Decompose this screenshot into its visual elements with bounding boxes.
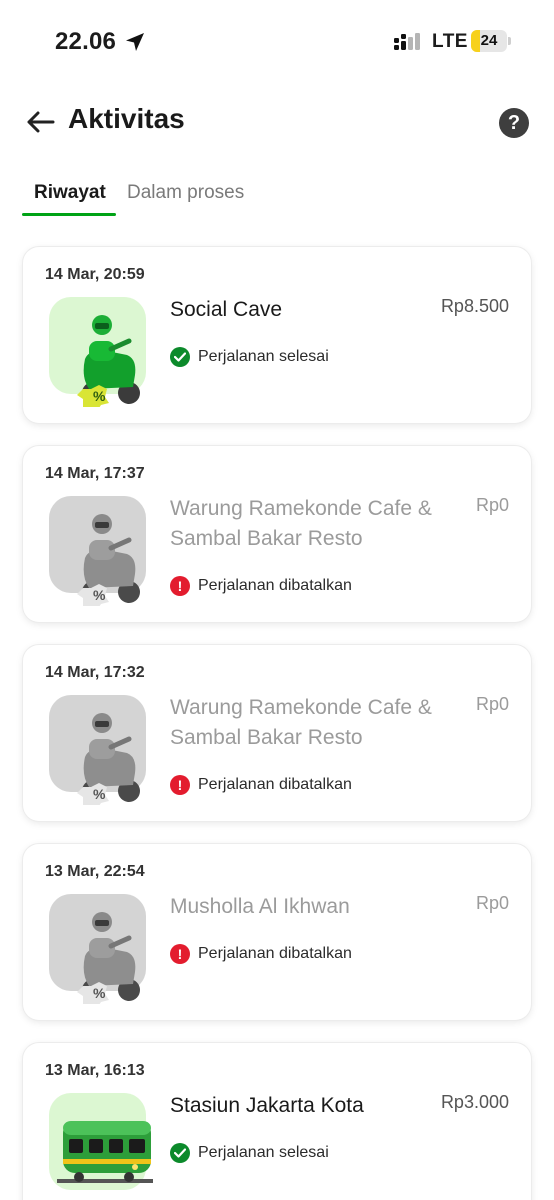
activity-card[interactable]: 14 Mar, 17:32 % Warung Ramekonde Cafe & …	[23, 645, 531, 821]
back-button[interactable]	[22, 104, 58, 140]
activity-status: Perjalanan selesai	[170, 347, 329, 367]
error-circle-icon: !	[170, 944, 190, 964]
activity-title: Stasiun Jakarta Kota	[170, 1094, 364, 1117]
error-circle-icon: !	[170, 775, 190, 795]
status-time: 22.06	[55, 28, 117, 55]
tab-riwayat[interactable]: Riwayat	[34, 182, 106, 204]
activity-date: 14 Mar, 17:37	[45, 465, 145, 482]
activity-status-label: Perjalanan dibatalkan	[198, 776, 352, 793]
activity-status-label: Perjalanan selesai	[198, 1144, 329, 1161]
svg-text:%: %	[93, 786, 106, 802]
tab-dalam-proses[interactable]: Dalam proses	[127, 182, 244, 204]
svg-text:%: %	[93, 985, 106, 1001]
activity-date: 14 Mar, 17:32	[45, 664, 145, 681]
activity-price: Rp0	[475, 893, 509, 913]
page-title: Aktivitas	[68, 103, 185, 134]
activity-title: Social Cave	[170, 298, 283, 321]
activity-title: Warung Ramekonde Cafe & Sambal Bakar Res…	[170, 497, 432, 550]
question-mark-icon: ?	[507, 111, 521, 134]
status-bar: 22.06 LTE 24	[0, 0, 554, 84]
activity-date: 13 Mar, 22:54	[45, 863, 145, 880]
motorbike-ride-icon: %	[49, 894, 146, 1004]
activity-price: Rp0	[475, 495, 509, 515]
activity-status-label: Perjalanan dibatalkan	[198, 945, 352, 962]
active-tab-indicator	[22, 213, 116, 216]
motorbike-ride-icon: %	[49, 496, 146, 606]
activity-card[interactable]: 13 Mar, 22:54 % Musholla Al Ikhwan Rp0 !…	[23, 844, 531, 1020]
activity-date: 14 Mar, 20:59	[45, 266, 145, 283]
activity-status: Perjalanan selesai	[170, 1143, 329, 1163]
train-icon	[49, 1093, 153, 1190]
activity-card[interactable]: 14 Mar, 20:59 % Social Cave Rp8.500 Perj…	[23, 247, 531, 423]
battery-percent: 24	[480, 32, 498, 49]
location-arrow-icon	[126, 33, 144, 51]
arrow-left-icon	[27, 111, 55, 133]
activity-card[interactable]: 14 Mar, 17:37 % Warung Ramekonde Cafe & …	[23, 446, 531, 622]
check-circle-icon	[170, 1143, 190, 1163]
svg-text:%: %	[93, 587, 106, 603]
network-type: LTE	[432, 31, 468, 52]
svg-text:%: %	[93, 388, 106, 404]
activity-date: 13 Mar, 16:13	[45, 1062, 145, 1079]
activity-status-label: Perjalanan dibatalkan	[198, 577, 352, 594]
motorbike-ride-icon: %	[49, 695, 146, 805]
motorbike-ride-icon: %	[49, 297, 146, 407]
battery-icon: 24	[471, 30, 511, 52]
activity-status-label: Perjalanan selesai	[198, 348, 329, 365]
check-circle-icon	[170, 347, 190, 367]
activity-card[interactable]: 13 Mar, 16:13 Stasiun Jakarta Kota Rp3.0…	[23, 1043, 531, 1200]
help-button[interactable]: ?	[499, 108, 529, 138]
activity-title: Warung Ramekonde Cafe & Sambal Bakar Res…	[170, 696, 432, 749]
activity-title: Musholla Al Ikhwan	[170, 895, 350, 918]
activity-price: Rp8.500	[440, 296, 509, 316]
activity-price: Rp0	[475, 694, 509, 714]
error-circle-icon: !	[170, 576, 190, 596]
activity-status: ! Perjalanan dibatalkan	[170, 576, 352, 596]
cellular-signal-icon	[394, 33, 420, 50]
activity-price: Rp3.000	[440, 1092, 509, 1112]
activity-status: ! Perjalanan dibatalkan	[170, 944, 352, 964]
activity-status: ! Perjalanan dibatalkan	[170, 775, 352, 795]
